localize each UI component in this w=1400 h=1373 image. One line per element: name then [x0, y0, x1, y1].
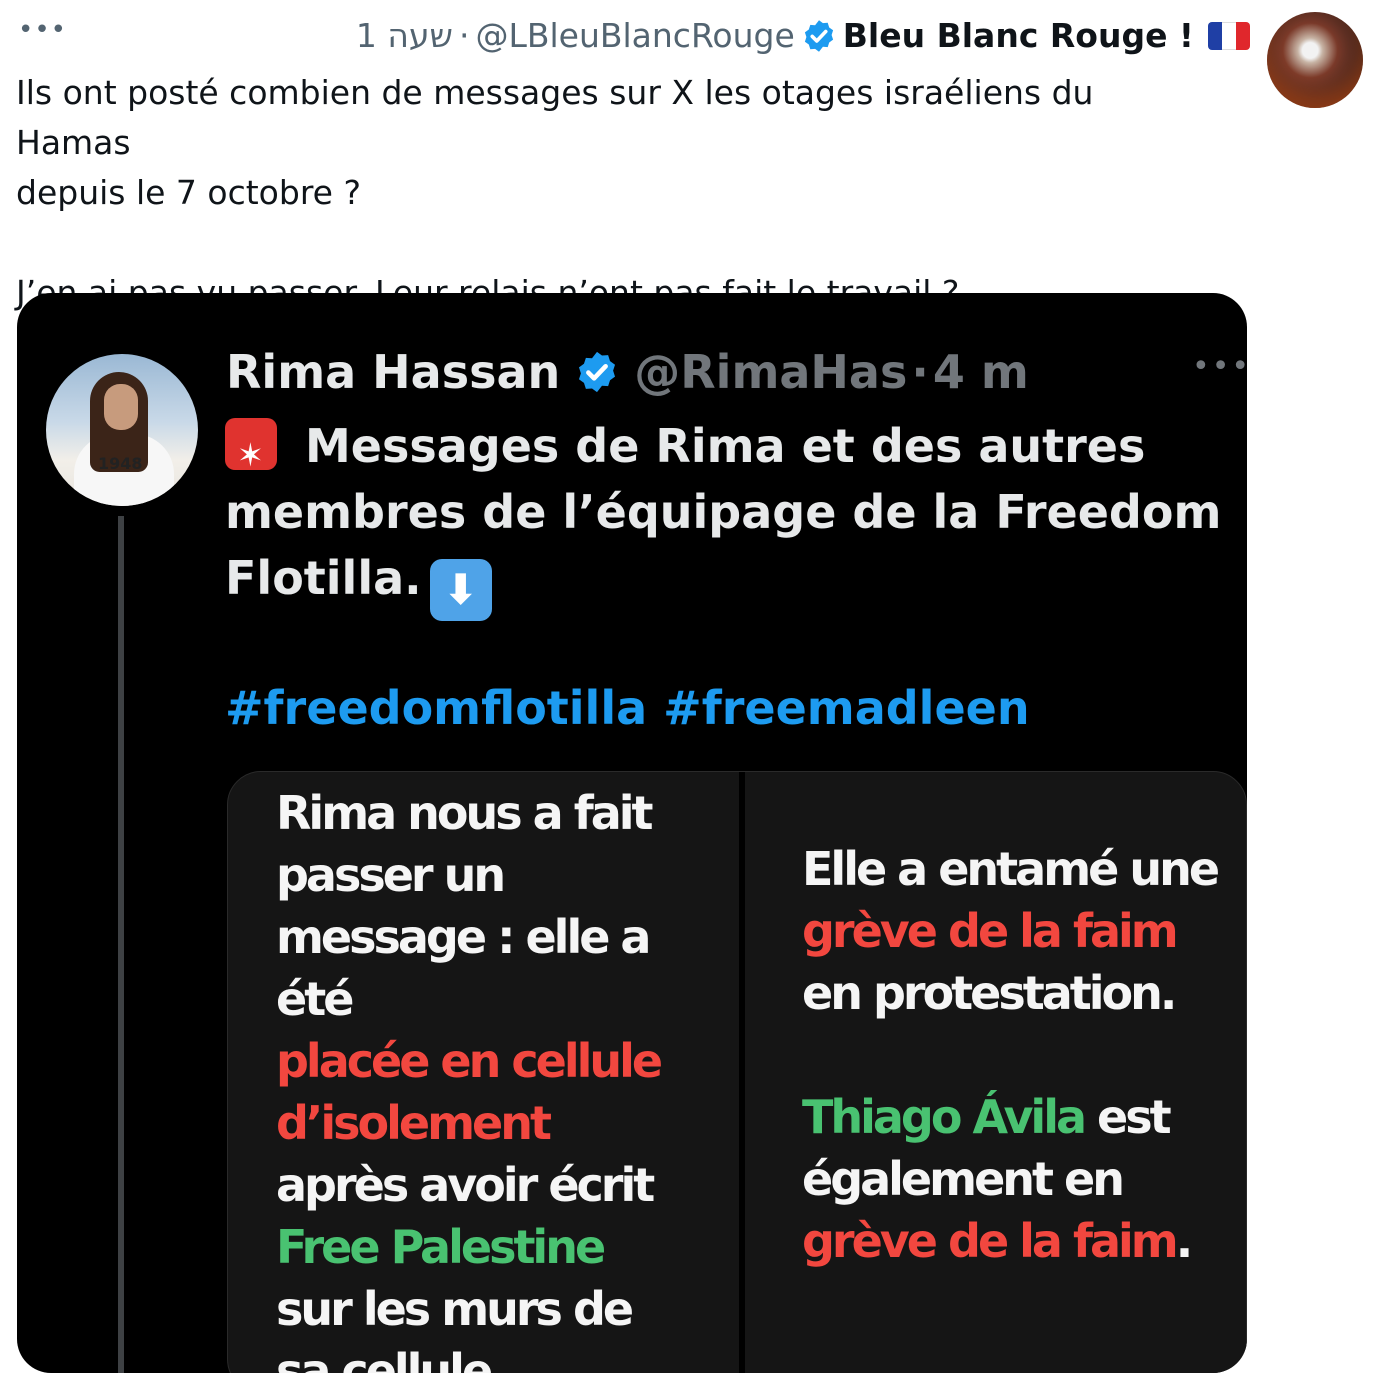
panel-line: après avoir écrit: [276, 1158, 655, 1212]
down-arrow-emoji-icon: ⬇: [429, 559, 492, 621]
panel-line-highlight: Free Palestine: [276, 1220, 606, 1274]
timestamp[interactable]: 1 שעה: [356, 16, 453, 55]
panel-line: sa cellule.: [276, 1344, 508, 1373]
quoted-tweet-screenshot[interactable]: 1948 Rima Hassan @RimaHas·4 m ••• Messag…: [17, 293, 1247, 1373]
siren-emoji-icon: [225, 418, 277, 488]
quoted-avatar: 1948: [46, 354, 198, 506]
panel-line: également en: [802, 1152, 1125, 1206]
media-image: Rima nous a fait passer un message : ell…: [227, 771, 1247, 1373]
quoted-header: Rima Hassan @RimaHas · 4 m: [226, 345, 1029, 399]
right-panel: Elle a entamé une grève de la faim en pr…: [802, 838, 1232, 1272]
quoted-text: Messages de Rima et des autres membres d…: [225, 413, 1225, 621]
quoted-handle: @RimaHas: [634, 345, 908, 399]
display-name[interactable]: Bleu Blanc Rouge !: [843, 16, 1194, 55]
panel-line-highlight: grève de la faim: [802, 904, 1179, 958]
user-handle[interactable]: @LBleuBlancRouge: [475, 16, 794, 55]
quoted-line: membres de l’équipage de la Freedom: [225, 485, 1222, 539]
verified-badge-icon: [579, 351, 616, 393]
panel-line: passer un: [276, 848, 506, 902]
quoted-display-name: Rima Hassan: [226, 345, 561, 399]
avatar[interactable]: [1267, 12, 1363, 108]
tweet-text: Ils ont posté combien de messages sur X …: [16, 68, 1216, 318]
hashtags: #freedomflotilla #freemadleen: [225, 681, 1030, 735]
panel-line: message : elle a été: [276, 910, 651, 1026]
separator: ·: [911, 345, 929, 399]
separator: ·: [458, 16, 470, 55]
more-options-icon[interactable]: •••: [18, 17, 67, 43]
quoted-time: 4 m: [932, 345, 1029, 399]
panel-divider: [739, 772, 745, 1373]
tweet-line: Ils ont posté combien de messages sur X …: [16, 73, 1094, 162]
left-panel: Rima nous a fait passer un message : ell…: [276, 782, 716, 1373]
quoted-line: Flotilla.: [225, 551, 422, 605]
verified-badge-icon: [804, 19, 833, 52]
panel-line-highlight: placée en cellule: [276, 1034, 663, 1088]
panel-line: Elle a entamé une: [802, 842, 1220, 896]
panel-line: sur les murs de: [276, 1282, 634, 1336]
panel-text: est: [1084, 1090, 1172, 1144]
panel-text: .: [1175, 1214, 1194, 1268]
quoted-line: Messages de Rima et des autres: [305, 419, 1146, 473]
panel-line: en protestation.: [802, 966, 1177, 1020]
tweet-line: depuis le 7 octobre ?: [16, 173, 361, 212]
panel-line-highlight: grève de la faim: [802, 1214, 1179, 1268]
france-flag-icon: [1208, 21, 1250, 50]
panel-line-highlight: d’isolement: [276, 1096, 552, 1150]
person-name: Thiago Ávila: [802, 1090, 1087, 1144]
thread-line: [118, 516, 124, 1373]
more-options-icon: •••: [1192, 349, 1247, 384]
panel-line: Rima nous a fait: [276, 786, 654, 840]
avatar-text: 1948: [98, 454, 143, 473]
tweet-header: 1 שעה · @LBleuBlancRouge Bleu Blanc Roug…: [356, 16, 1250, 55]
